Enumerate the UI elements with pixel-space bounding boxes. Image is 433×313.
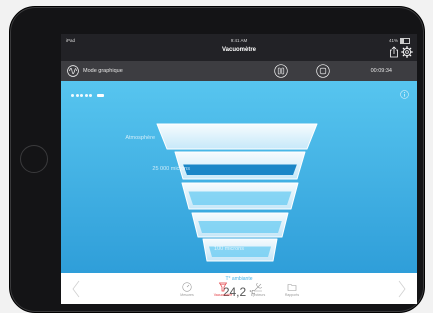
page-dot: [71, 94, 74, 97]
funnel-level-fill: [198, 221, 282, 233]
info-icon[interactable]: [400, 90, 409, 99]
page-indicator: [71, 94, 104, 97]
home-button[interactable]: [20, 145, 48, 173]
tab-vacuometre[interactable]: Vacuomètre: [209, 282, 237, 297]
graph-mode-button[interactable]: Mode graphique: [67, 64, 123, 78]
clock-label: 9:41 AM: [230, 38, 248, 43]
tab-ejecteurs[interactable]: Éjecteurs: [244, 282, 272, 297]
toolbar: Mode graphique 00:09:34: [61, 61, 417, 81]
app-screen: iPad 9:41 AM 41% Vacuomètre Mode graphiq…: [61, 34, 417, 304]
stop-icon[interactable]: [316, 64, 330, 78]
funnel-level-fill-active: [183, 164, 297, 175]
folder-icon: [287, 284, 297, 291]
vacuum-panel: Atmosphère 25 000 microns 100 microns: [61, 81, 417, 273]
page-title: Vacuomètre: [221, 47, 257, 53]
funnel-level-1: [156, 123, 318, 150]
tab-label: Éjecteurs: [250, 293, 266, 297]
fan-icon: [254, 283, 262, 292]
funnel-level-fill: [188, 191, 292, 205]
waveform-icon: [67, 65, 79, 77]
graph-mode-label: Mode graphique: [83, 68, 123, 74]
level-25000-label: 25 000 microns: [152, 166, 190, 172]
page-dot-active: [96, 94, 104, 97]
battery-percent: 41%: [388, 38, 398, 44]
ambient-temperature-value: 24,2 °C: [61, 285, 417, 299]
tab-rapports[interactable]: Rapports: [278, 282, 306, 297]
chevron-right-icon[interactable]: [397, 279, 407, 299]
tab-mesures[interactable]: Mesures: [173, 282, 201, 297]
page-dot: [80, 94, 83, 97]
ipad-device: iPad 9:41 AM 41% Vacuomètre Mode graphiq…: [9, 6, 425, 313]
tab-label: Mesures: [180, 293, 194, 297]
page-dot: [75, 94, 79, 97]
atmosphere-label: Atmosphère: [125, 135, 155, 141]
page-dot: [84, 94, 88, 97]
funnel-icon: [218, 282, 228, 292]
elapsed-timer: 00:09:34: [370, 68, 392, 74]
vacuum-funnel: [156, 123, 318, 262]
navigation-bar: Vacuomètre: [61, 44, 417, 61]
pause-icon[interactable]: [274, 64, 288, 78]
level-100-label: 100 microns: [214, 246, 244, 252]
ambient-panel: T° ambiante 24,2 °C: [61, 273, 417, 304]
share-icon[interactable]: [389, 46, 399, 58]
gear-icon[interactable]: [401, 46, 413, 58]
ambient-temperature-label: T° ambiante: [225, 276, 253, 282]
tab-label: Vacuomètre: [213, 293, 233, 297]
gauge-icon: [182, 282, 192, 292]
tab-label: Rapports: [284, 293, 300, 297]
page-dot: [89, 94, 92, 97]
